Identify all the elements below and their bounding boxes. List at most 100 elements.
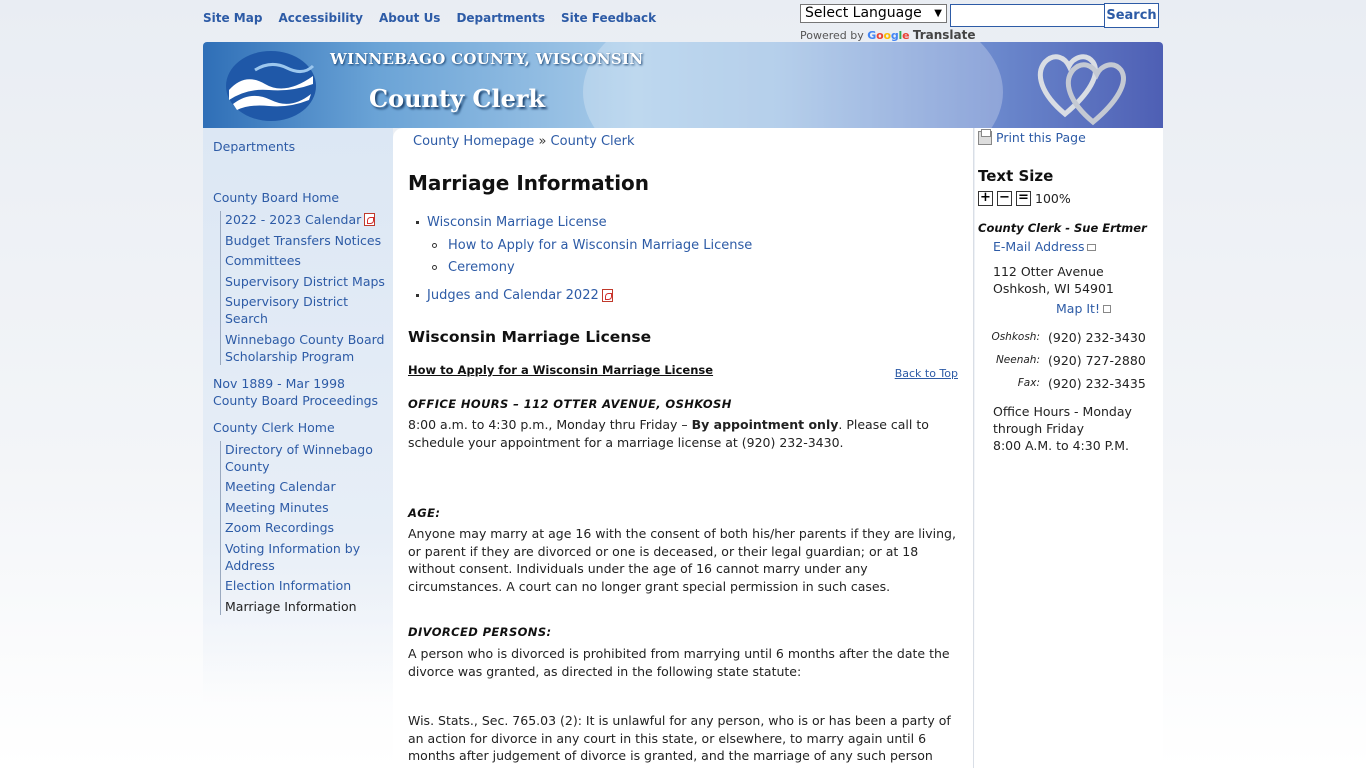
search-button[interactable]: Search bbox=[1104, 3, 1159, 28]
apply-heading-row: How to Apply for a Wisconsin Marriage Li… bbox=[408, 363, 958, 380]
chevron-down-icon: ▼ bbox=[934, 8, 942, 19]
breadcrumb: County Homepage » County Clerk bbox=[408, 134, 958, 149]
office-hours-pre: 8:00 a.m. to 4:30 p.m., Monday thru Frid… bbox=[408, 417, 692, 432]
text-size-controls: + − = 100% bbox=[978, 191, 1163, 206]
address-line-1: 112 Otter Avenue bbox=[993, 264, 1104, 279]
sidebar-item-budget-transfers[interactable]: Budget Transfers Notices bbox=[225, 232, 393, 249]
toc-how-to-apply[interactable]: How to Apply for a Wisconsin Marriage Li… bbox=[448, 238, 752, 253]
sidebar-item-meeting-minutes[interactable]: Meeting Minutes bbox=[225, 499, 393, 516]
age-text: Anyone may marry at age 16 with the cons… bbox=[408, 526, 956, 594]
office-hours-time: 8:00 A.M. to 4:30 P.M. bbox=[993, 438, 1129, 453]
phone-list: Oshkosh: (920) 232-3430 Neenah: (920) 727-… bbox=[978, 326, 1163, 395]
banner-decoration bbox=[583, 42, 1003, 128]
table-of-contents: Wisconsin Marriage License How to Apply … bbox=[408, 215, 958, 303]
statute-text: Wis. Stats., Sec. 765.03 (2): It is unla… bbox=[408, 713, 951, 768]
phone-row: Oshkosh: (920) 232-3430 bbox=[978, 326, 1163, 349]
phone-number[interactable]: (920) 727-2880 bbox=[1048, 349, 1146, 372]
decrease-text-button[interactable]: − bbox=[997, 191, 1012, 206]
sidebar-item-election-info[interactable]: Election Information bbox=[225, 577, 393, 594]
phone-label: Fax: bbox=[1017, 377, 1040, 389]
sidebar-item-departments[interactable]: Departments bbox=[213, 138, 393, 155]
bullet-icon bbox=[416, 221, 419, 224]
sidebar-item-directory[interactable]: Directory of Winnebago County bbox=[225, 441, 393, 475]
about-us-link[interactable]: About Us bbox=[379, 11, 440, 25]
contact-title: County Clerk - Sue Ertmer bbox=[978, 221, 1147, 235]
phone-row: Fax: (920) 232-3435 bbox=[978, 372, 1163, 395]
apply-heading: How to Apply for a Wisconsin Marriage Li… bbox=[408, 363, 714, 377]
sidebar-item-county-board-home[interactable]: County Board Home bbox=[213, 189, 393, 206]
map-it-link[interactable]: Map It! bbox=[1056, 301, 1163, 316]
office-hours-heading: OFFICE HOURS – 112 OTTER AVENUE, OSHKOSH bbox=[408, 397, 732, 411]
sidebar-item-district-search[interactable]: Supervisory District Search bbox=[225, 293, 393, 327]
reset-text-button[interactable]: = bbox=[1016, 191, 1031, 206]
board-submenu: 2022 - 2023 Calendar Budget Transfers No… bbox=[220, 211, 393, 365]
external-link-icon bbox=[1102, 304, 1111, 313]
phone-number: (920) 232-3435 bbox=[1048, 376, 1146, 391]
department-title: County Clerk bbox=[369, 84, 546, 113]
text-size-title: Text Size bbox=[978, 167, 1054, 185]
bullet-icon bbox=[416, 294, 419, 297]
back-to-top-link[interactable]: Back to Top bbox=[895, 367, 958, 380]
print-page-link[interactable]: Print this Page bbox=[978, 128, 1163, 145]
toc-subitem: Ceremony bbox=[432, 260, 958, 275]
phone-row: Neenah: (920) 727-2880 bbox=[978, 349, 1163, 372]
toc-ceremony[interactable]: Ceremony bbox=[448, 260, 515, 275]
sidebar-item-scholarship[interactable]: Winnebago County Board Scholarship Progr… bbox=[225, 331, 393, 365]
sidebar-item-marriage-info[interactable]: Marriage Information bbox=[225, 598, 393, 615]
language-select-value: Select Language bbox=[805, 5, 922, 21]
toc-item: Judges and Calendar 2022 bbox=[416, 288, 958, 303]
county-name: WINNEBAGO COUNTY, WISCONSIN bbox=[330, 50, 644, 68]
sidebar-item-meeting-calendar[interactable]: Meeting Calendar bbox=[225, 478, 393, 495]
map-it-label[interactable]: Map It! bbox=[1056, 301, 1100, 316]
circle-bullet-icon bbox=[432, 243, 437, 248]
pdf-icon bbox=[364, 213, 376, 226]
sidebar-item-voting-info[interactable]: Voting Information by Address bbox=[225, 540, 393, 574]
office-hours: Office Hours - Monday through Friday 8:0… bbox=[993, 403, 1163, 454]
breadcrumb-home[interactable]: County Homepage bbox=[413, 134, 534, 149]
circle-bullet-icon bbox=[432, 265, 437, 270]
email-label[interactable]: E-Mail Address bbox=[993, 239, 1085, 254]
sidebar-item-proceedings[interactable]: Nov 1889 - Mar 1998 County Board Proceed… bbox=[213, 375, 393, 409]
sidebar-item-zoom-recordings[interactable]: Zoom Recordings bbox=[225, 519, 393, 536]
office-hours-days: Office Hours - Monday through Friday bbox=[993, 404, 1132, 436]
sidebar-item-district-maps[interactable]: Supervisory District Maps bbox=[225, 273, 393, 290]
printer-icon bbox=[978, 128, 992, 145]
divorced-text: A person who is divorced is prohibited f… bbox=[408, 646, 950, 679]
departments-link[interactable]: Departments bbox=[456, 11, 545, 25]
section-title: Wisconsin Marriage License bbox=[408, 328, 652, 346]
print-label: Print this Page bbox=[996, 130, 1086, 145]
phone-label: Oshkosh: bbox=[991, 331, 1040, 343]
site-banner: WINNEBAGO COUNTY, WISCONSIN County Clerk bbox=[203, 42, 1163, 128]
calendar-link[interactable]: 2022 - 2023 Calendar bbox=[225, 212, 361, 227]
pdf-icon bbox=[601, 289, 613, 302]
phone-number[interactable]: (920) 232-3430 bbox=[1048, 326, 1146, 349]
breadcrumb-county-clerk[interactable]: County Clerk bbox=[551, 134, 635, 149]
divorced-heading: DIVORCED PERSONS: bbox=[408, 625, 552, 639]
powered-by-label: Powered by bbox=[800, 29, 864, 42]
right-sidebar: Print this Page Text Size + − = 100% Cou… bbox=[975, 128, 1163, 768]
accessibility-link[interactable]: Accessibility bbox=[278, 11, 363, 25]
wedding-hearts-icon bbox=[1037, 54, 1126, 126]
sidebar-item-county-clerk-home[interactable]: County Clerk Home bbox=[213, 419, 393, 436]
language-select[interactable]: Select Language ▼ bbox=[800, 4, 947, 23]
phone-label: Neenah: bbox=[995, 354, 1040, 366]
toc-marriage-license[interactable]: Wisconsin Marriage License bbox=[427, 215, 607, 230]
email-link[interactable]: E-Mail Address bbox=[993, 239, 1163, 254]
increase-text-button[interactable]: + bbox=[978, 191, 993, 206]
address-line-2: Oshkosh, WI 54901 bbox=[993, 281, 1114, 296]
text-size-value: 100% bbox=[1035, 191, 1071, 206]
site-feedback-link[interactable]: Site Feedback bbox=[561, 11, 656, 25]
translate-link[interactable]: Translate bbox=[913, 28, 976, 42]
toc-judges-calendar[interactable]: Judges and Calendar 2022 bbox=[427, 288, 599, 303]
office-hours-text: 8:00 a.m. to 4:30 p.m., Monday thru Frid… bbox=[408, 416, 958, 451]
toc-item: Wisconsin Marriage License bbox=[416, 215, 958, 230]
sidebar-item-calendar[interactable]: 2022 - 2023 Calendar bbox=[225, 211, 393, 228]
left-sidebar: Departments County Board Home 2022 - 202… bbox=[203, 128, 393, 703]
page-title: Marriage Information bbox=[408, 171, 650, 195]
site-map-link[interactable]: Site Map bbox=[203, 11, 262, 25]
search-input[interactable] bbox=[950, 4, 1105, 27]
county-logo[interactable] bbox=[225, 50, 317, 122]
envelope-icon bbox=[1086, 244, 1096, 251]
sidebar-item-committees[interactable]: Committees bbox=[225, 252, 393, 269]
appointment-only: By appointment only bbox=[691, 417, 839, 432]
